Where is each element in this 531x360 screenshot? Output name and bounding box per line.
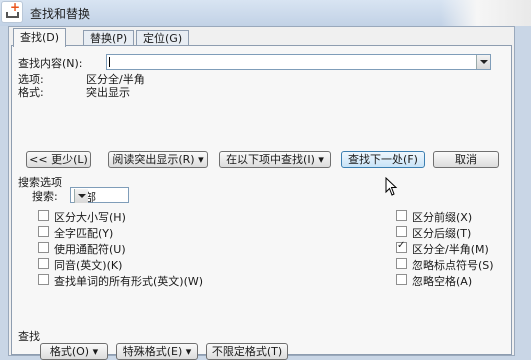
search-direction-label: 搜索: — [32, 190, 58, 203]
match-width-label: 区分全/半角(M) — [412, 243, 489, 256]
all-word-forms-checkbox[interactable] — [38, 274, 49, 285]
format-button[interactable]: 格式(O) ▾ — [40, 343, 108, 360]
sounds-like-checkbox[interactable] — [38, 258, 49, 269]
chevron-down-icon[interactable] — [74, 189, 88, 203]
ignore-whitespace-checkbox[interactable] — [396, 274, 407, 285]
tab-replace[interactable]: 替换(P) — [83, 30, 135, 46]
tab-find[interactable]: 查找(D) — [13, 28, 67, 47]
match-case-checkbox[interactable] — [38, 210, 49, 221]
less-button[interactable]: << 更少(L) — [26, 151, 91, 168]
ignore-whitespace-label: 忽略空格(A) — [412, 275, 473, 288]
match-prefix-label: 区分前缀(X) — [412, 211, 473, 224]
window-title: 查找和替换 — [30, 7, 91, 21]
match-width-checkbox[interactable] — [396, 240, 407, 253]
match-suffix-checkbox[interactable] — [396, 226, 407, 237]
no-formatting-button[interactable]: 不限定格式(T) — [206, 343, 288, 360]
find-in-button[interactable]: 在以下项中查找(I) ▾ — [219, 151, 331, 168]
match-prefix-checkbox[interactable] — [396, 210, 407, 221]
find-next-button[interactable]: 查找下一处(F) — [341, 151, 425, 168]
title-bar: + 查找和替换 — [0, 0, 531, 26]
wildcards-label: 使用通配符(U) — [54, 243, 126, 256]
app-icon[interactable]: + — [1, 1, 23, 23]
format-label: 格式: — [18, 86, 44, 99]
find-section-title: 查找 — [18, 330, 40, 343]
whole-word-checkbox[interactable] — [38, 226, 49, 237]
ignore-punctuation-checkbox[interactable] — [396, 258, 407, 269]
find-what-label: 查找内容(N): — [18, 57, 83, 70]
cancel-button[interactable]: 取消 — [433, 151, 499, 168]
find-what-input[interactable] — [106, 54, 491, 70]
ignore-punctuation-label: 忽略标点符号(S) — [412, 259, 494, 272]
find-tab-panel: 查找内容(N): 选项: 区分全/半角 格式: 突出显示 << 更少(L) 阅读… — [11, 45, 512, 360]
find-history-dropdown-icon[interactable] — [476, 55, 490, 69]
search-direction-select[interactable]: 全部 — [70, 187, 129, 204]
tab-goto[interactable]: 定位(G) — [136, 30, 190, 46]
match-case-label: 区分大小写(H) — [54, 211, 126, 224]
tray-icon — [6, 12, 19, 18]
format-value: 突出显示 — [86, 86, 130, 99]
special-button[interactable]: 特殊格式(E) ▾ — [116, 343, 198, 360]
title-bar-controls — [441, 0, 531, 26]
wildcards-checkbox[interactable] — [38, 242, 49, 253]
match-suffix-label: 区分后缀(T) — [412, 227, 472, 240]
sounds-like-label: 同音(英文)(K) — [54, 259, 123, 272]
all-word-forms-label: 查找单词的所有形式(英文)(W) — [54, 275, 204, 288]
mouse-pointer-icon — [385, 177, 398, 196]
whole-word-label: 全字匹配(Y) — [54, 227, 114, 240]
reading-highlight-button[interactable]: 阅读突出显示(R) ▾ — [108, 151, 208, 168]
text-caret — [109, 57, 110, 67]
find-replace-dialog: 查找(D) 替换(P) 定位(G) 查找内容(N): 选项: 区分全/半角 格式… — [8, 26, 515, 360]
